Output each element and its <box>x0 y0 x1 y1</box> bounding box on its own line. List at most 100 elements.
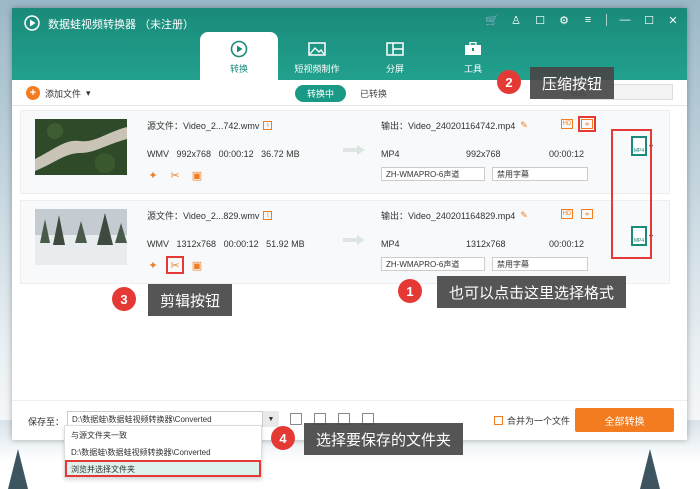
output-duration: 00:00:12 <box>549 149 585 159</box>
output-resolution: 1312x768 <box>466 239 506 249</box>
pencil-icon[interactable]: ✎ <box>520 120 528 131</box>
effects-icon[interactable]: ✦ <box>147 169 159 182</box>
source-duration: 00:00:12 <box>218 149 254 159</box>
callout-compress: 压缩按钮 <box>530 67 615 99</box>
background-tree <box>8 449 28 489</box>
callout-badge: 1 <box>398 279 422 303</box>
callout-badge: 3 <box>112 287 136 311</box>
source-meta: WMV 1312x768 00:00:12 51.92 MB <box>147 239 305 249</box>
app-logo-icon <box>24 15 40 31</box>
save-path-dropdown: 与源文件夹一致 D:\数据蛙\数据蛙视频转换器\Converted 浏览并选择文… <box>64 425 262 478</box>
output-format: MP4 <box>381 239 400 249</box>
audio-track-select[interactable]: ZH-WMAPRO-6声道 <box>381 257 485 271</box>
source-meta: WMV 992x768 00:00:12 36.72 MB <box>147 149 300 159</box>
pencil-icon[interactable]: ✎ <box>520 210 528 221</box>
subtitle-label: 禁用字幕 <box>497 170 529 179</box>
chevron-down-icon[interactable]: ▼ <box>262 411 279 427</box>
tab-label: 工具 <box>463 64 482 74</box>
video-thumbnail[interactable] <box>35 119 127 175</box>
output-filename: 输出：Video_240201164829.mp4 <box>381 211 516 221</box>
output-filename: 输出：Video_240201164742.mp4 <box>381 121 516 131</box>
app-title: 数据蛙视频转换器 （未注册） <box>48 19 195 31</box>
tab-convert[interactable]: 转换 <box>200 32 278 80</box>
menu-item-browse-folder[interactable]: 浏览并选择文件夹 <box>65 460 261 477</box>
background-tree <box>640 449 660 489</box>
info-icon[interactable]: i <box>263 211 273 220</box>
enhance-icon[interactable]: HD <box>561 209 573 219</box>
image-icon <box>307 40 327 58</box>
menu-item-default-path[interactable]: D:\数据蛙\数据蛙视频转换器\Converted <box>65 443 261 460</box>
scissors-icon[interactable]: ✂ <box>166 256 184 274</box>
compress-icon[interactable]: ≑ <box>578 116 596 132</box>
subtitle-select[interactable]: 禁用字幕 <box>492 167 588 181</box>
user-icon[interactable]: ♙ <box>510 14 522 27</box>
source-format: WMV <box>147 149 169 159</box>
merge-label: 合并为一个文件 <box>507 416 571 426</box>
scissors-icon[interactable]: ✂ <box>169 169 181 182</box>
menu-item-same-as-source[interactable]: 与源文件夹一致 <box>65 426 261 443</box>
format-highlight-frame <box>611 129 652 259</box>
tab-label: 分屏 <box>385 64 404 74</box>
source-size: 51.92 MB <box>266 239 305 249</box>
source-file: 源文件：Video_2...742.wmv i <box>147 119 273 132</box>
add-file-label: 添加文件 <box>45 88 82 99</box>
subtitle-label: 禁用字幕 <box>497 260 529 269</box>
plus-icon: + <box>26 86 40 100</box>
tab-label: 短视频制作 <box>294 64 340 74</box>
audio-track-label: ZH-WMAPRO-6声道 <box>386 260 460 269</box>
source-resolution: 1312x768 <box>176 239 217 249</box>
chevron-down-icon: ▾ <box>86 87 91 98</box>
folder-icon[interactable] <box>290 413 302 425</box>
subtitle-select[interactable]: 禁用字幕 <box>492 257 588 271</box>
tab-short-video[interactable]: 短视频制作 <box>278 32 356 80</box>
audio-track-select[interactable]: ZH-WMAPRO-6声道 <box>381 167 485 181</box>
output-file: 输出：Video_240201164829.mp4 ✎ <box>381 209 528 222</box>
source-filename: 源文件：Video_2...742.wmv <box>147 121 260 131</box>
subtitle-edit-icon[interactable]: ▣ <box>191 169 203 182</box>
tab-converted[interactable]: 已转换 <box>360 87 387 100</box>
maximize-icon[interactable]: ☐ <box>643 14 655 27</box>
compress-icon[interactable]: ≑ <box>581 209 593 219</box>
output-format: MP4 <box>381 149 400 159</box>
callout-badge: 4 <box>271 426 295 450</box>
audio-track-label: ZH-WMAPRO-6声道 <box>386 170 460 179</box>
source-file: 源文件：Video_2...829.wmv i <box>147 209 273 222</box>
callout-save-folder: 选择要保存的文件夹 <box>304 423 464 455</box>
minimize-icon[interactable]: — <box>619 14 631 26</box>
info-icon[interactable]: i <box>263 121 273 130</box>
status-tabs: 转换中 已转换 <box>295 85 387 102</box>
convert-icon <box>229 40 249 58</box>
callout-trim: 剪辑按钮 <box>148 284 233 316</box>
source-duration: 00:00:12 <box>223 239 259 249</box>
menu-icon[interactable]: ≡ <box>582 14 594 26</box>
split-screen-icon <box>385 40 405 58</box>
cart-icon[interactable]: 🛒 <box>485 14 499 27</box>
convert-all-button[interactable]: 全部转换 <box>575 408 674 432</box>
settings-icon[interactable]: ⚙ <box>558 14 570 27</box>
window-controls: 🛒 ♙ ☐ ⚙ ≡ — ☐ ✕ <box>485 14 679 27</box>
merge-checkbox[interactable] <box>494 416 503 425</box>
subtitle-edit-icon[interactable]: ▣ <box>191 259 203 272</box>
merge-option[interactable]: 合并为一个文件 <box>494 414 570 427</box>
close-icon[interactable]: ✕ <box>667 14 679 27</box>
source-resolution: 992x768 <box>176 149 212 159</box>
arrow-right-icon <box>343 235 365 245</box>
edit-tools: ✦ ✂ ▣ <box>147 256 203 274</box>
enhance-icon[interactable]: HD <box>561 119 573 129</box>
output-tools: HD ≑ <box>561 209 593 219</box>
callout-badge: 2 <box>497 70 521 94</box>
callout-format: 也可以点击这里选择格式 <box>437 276 627 308</box>
file-row: 源文件：Video_2...742.wmv i WMV 992x768 00:0… <box>20 110 670 194</box>
tab-split-screen[interactable]: 分屏 <box>356 32 434 80</box>
tab-label: 转换 <box>229 64 248 74</box>
arrow-right-icon <box>343 145 365 155</box>
video-thumbnail[interactable] <box>35 209 127 265</box>
feedback-icon[interactable]: ☐ <box>534 14 546 27</box>
tab-converting[interactable]: 转换中 <box>295 85 347 102</box>
add-file-button[interactable]: + 添加文件 ▾ <box>26 86 91 100</box>
toolbox-icon <box>463 40 483 58</box>
output-file: 输出：Video_240201164742.mp4 ✎ <box>381 119 528 132</box>
source-size: 36.72 MB <box>261 149 300 159</box>
effects-icon[interactable]: ✦ <box>147 259 159 272</box>
save-path-value: D:\数据蛙\数据蛙视频转换器\Converted <box>72 415 212 424</box>
